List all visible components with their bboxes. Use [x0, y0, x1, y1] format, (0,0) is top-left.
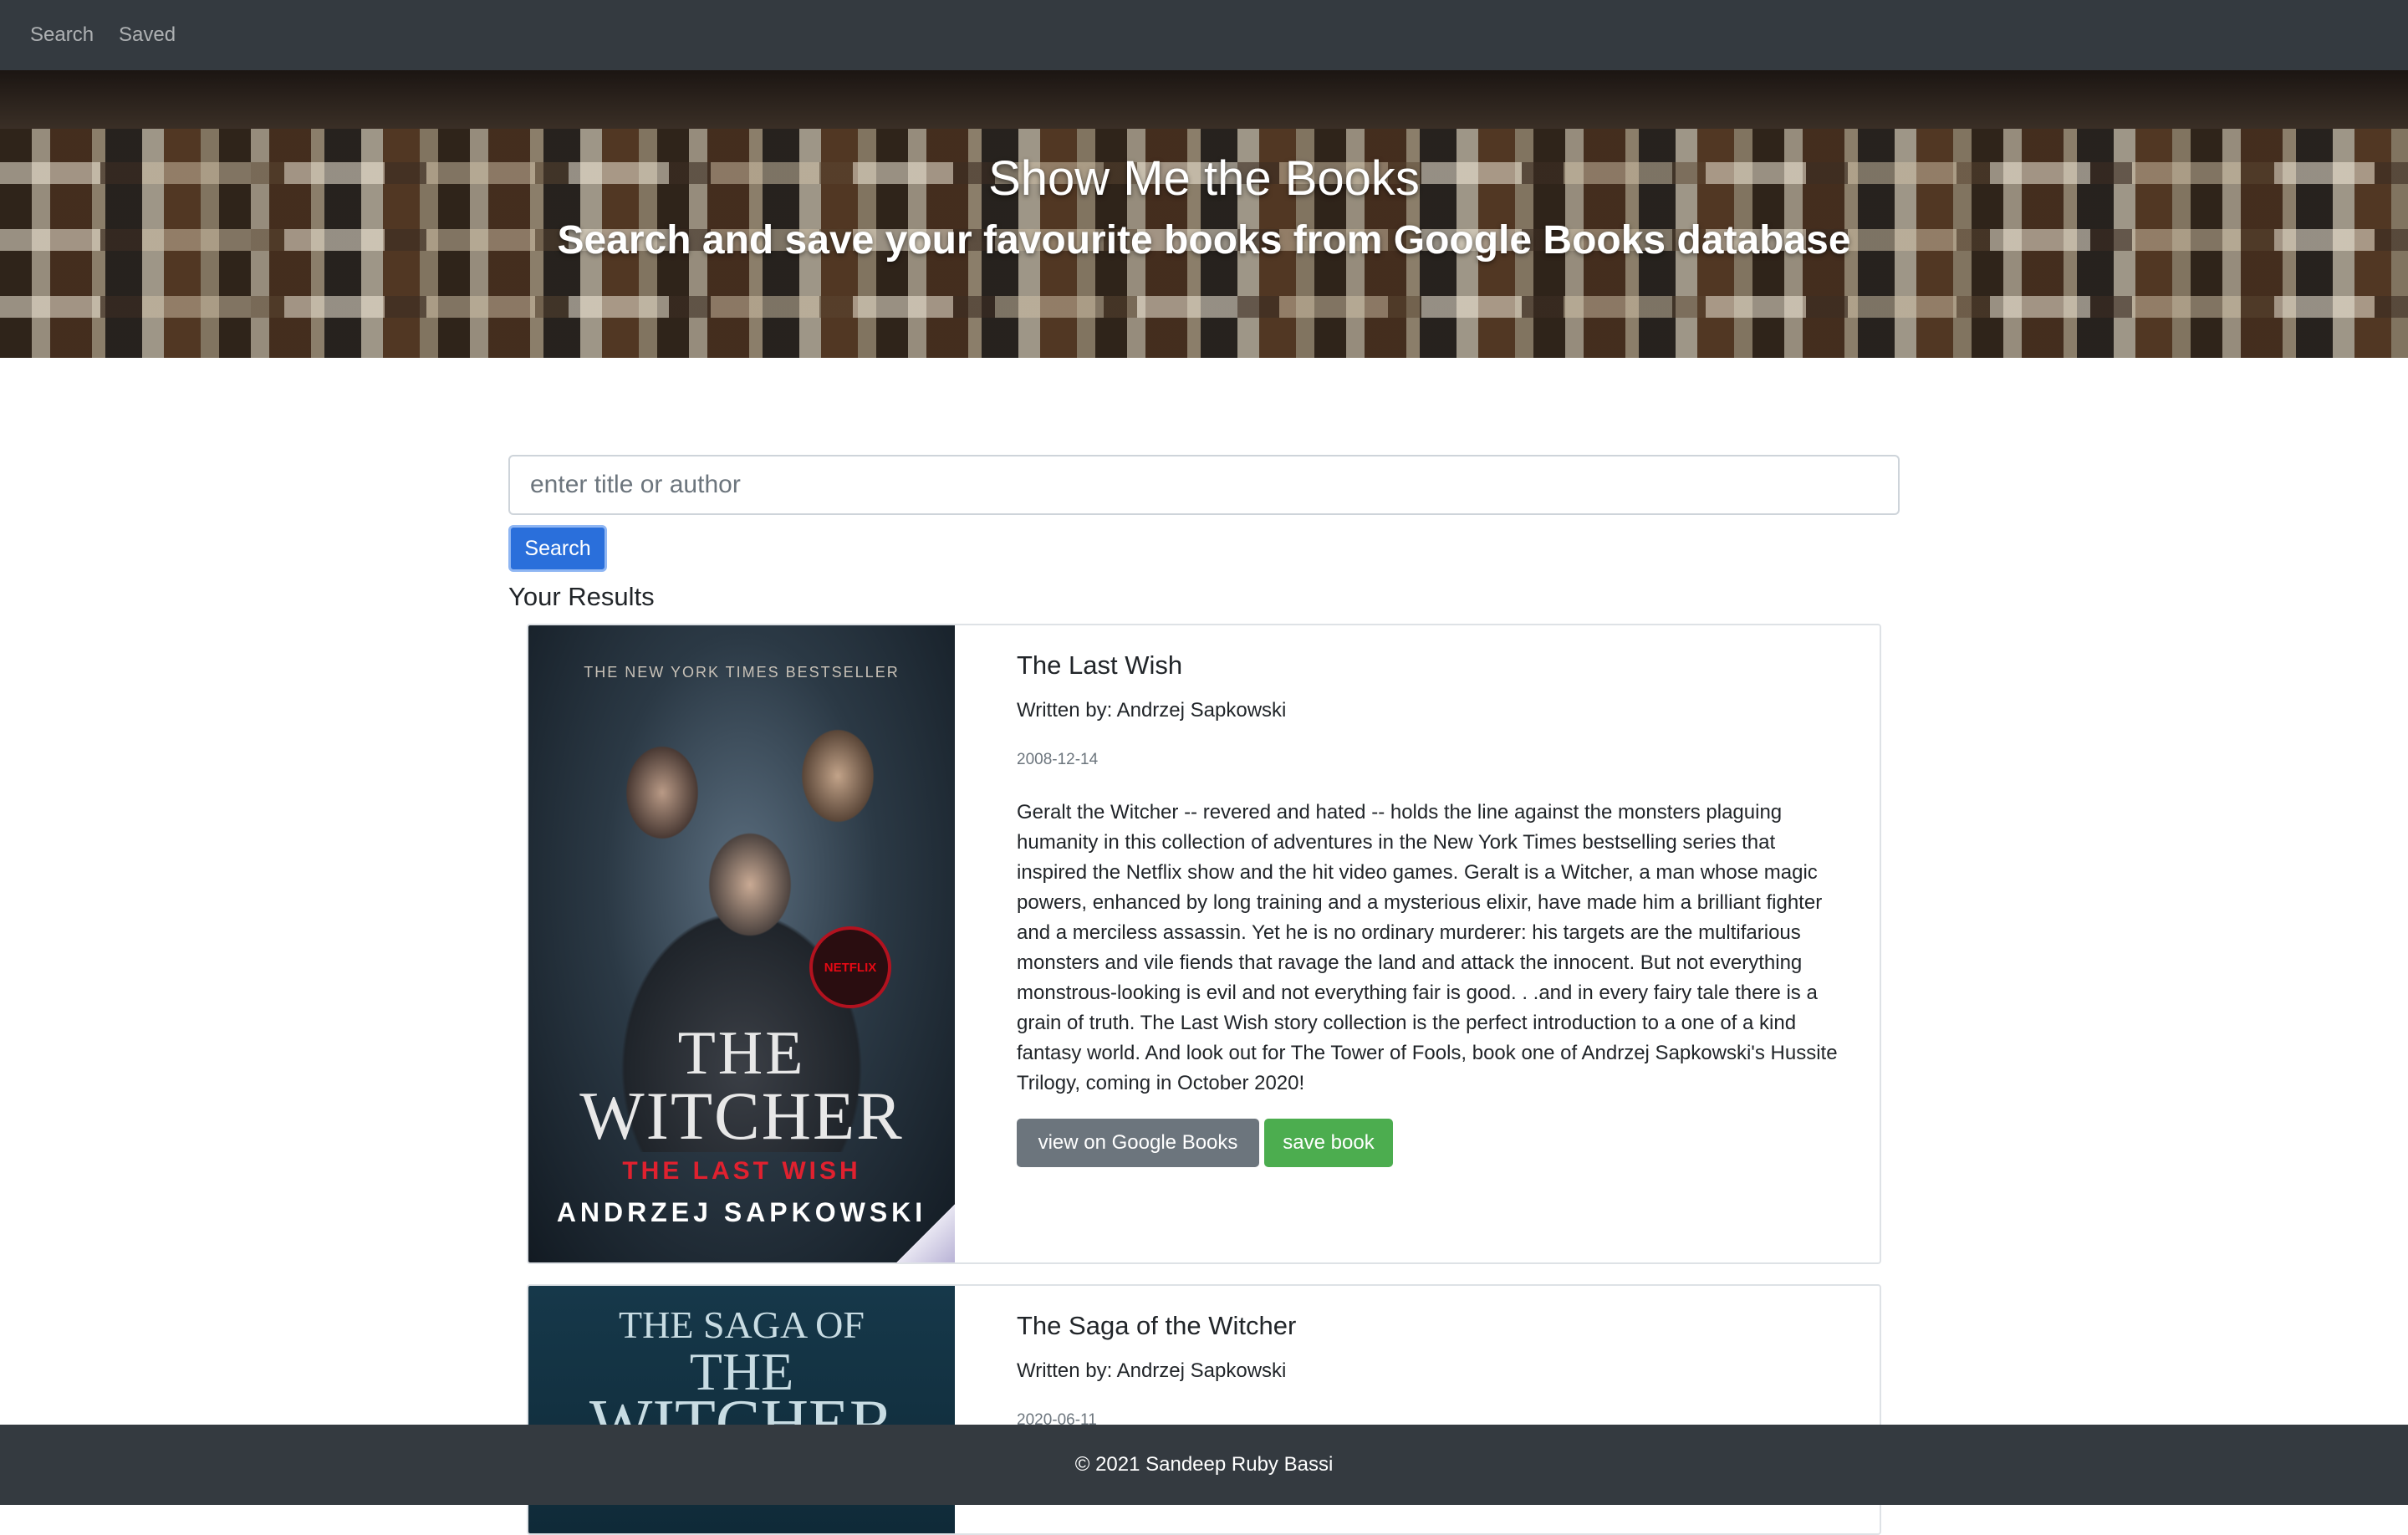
cover-tagline: THE NEW YORK TIMES BESTSELLER — [584, 664, 900, 681]
book-author: Written by: Andrzej Sapkowski — [1017, 699, 1287, 722]
page-title: Show Me the Books — [988, 151, 1420, 206]
footer-copyright: © 2021 Sandeep Ruby Bassi — [1074, 1453, 1334, 1476]
search-input[interactable] — [508, 455, 1900, 515]
cover-author: ANDRZEJ SAPKOWSKI — [556, 1197, 927, 1227]
hero-banner: Show Me the Books Search and save your f… — [0, 70, 2408, 358]
book-card: THE NEW YORK TIMES BESTSELLER NETFLIX TH… — [527, 624, 1881, 1264]
book-title: The Saga of the Witcher — [1017, 1311, 1297, 1340]
top-navbar: Search Saved — [0, 0, 2408, 70]
book-cover-image: THE NEW YORK TIMES BESTSELLER NETFLIX TH… — [528, 625, 955, 1262]
netflix-badge: NETFLIX — [809, 926, 891, 1008]
cover-subtitle: THE LAST WISH — [622, 1157, 861, 1185]
nav-link-search[interactable]: Search — [30, 23, 94, 47]
cover-title-witcher: WITCHER — [579, 1078, 904, 1154]
footer: © 2021 Sandeep Ruby Bassi — [0, 1425, 2408, 1505]
hero-bookshelf-image — [0, 70, 2408, 129]
page-subtitle: Search and save your favourite books fro… — [557, 218, 1851, 263]
results-heading: Your Results — [508, 582, 655, 611]
hero-book-row — [0, 296, 2408, 318]
book-published-date: 2008-12-14 — [1017, 751, 1099, 768]
page-curl — [896, 1204, 955, 1262]
book-title: The Last Wish — [1017, 650, 1183, 680]
book-description: Geralt the Witcher -- revered and hated … — [1017, 801, 1838, 1094]
save-book-button[interactable]: save book — [1264, 1119, 1393, 1167]
book-author: Written by: Andrzej Sapkowski — [1017, 1359, 1287, 1382]
nav-link-saved[interactable]: Saved — [119, 23, 176, 47]
view-on-google-books-button[interactable]: view on Google Books — [1017, 1119, 1259, 1167]
search-button[interactable]: Search — [508, 525, 607, 572]
